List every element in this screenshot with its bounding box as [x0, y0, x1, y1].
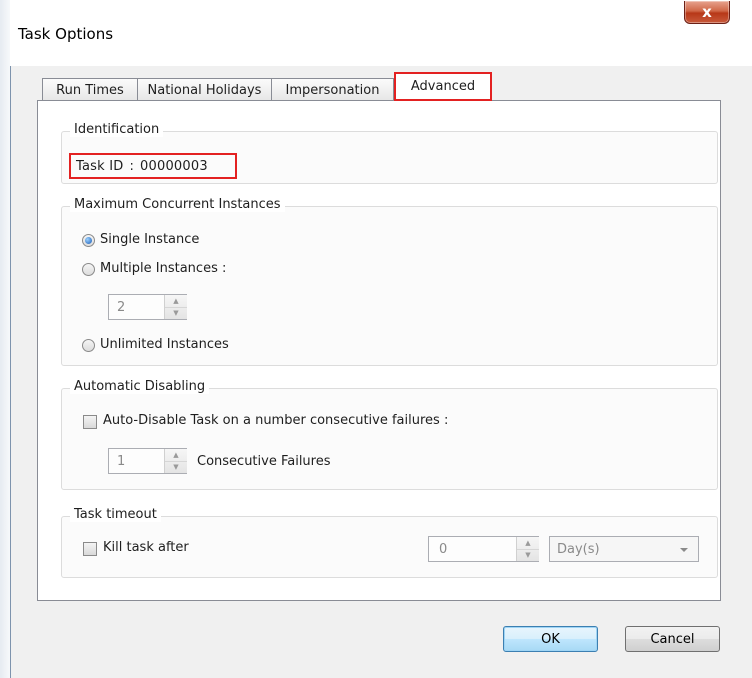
auto-disable-legend: Automatic Disabling	[70, 379, 210, 394]
task-id-separator: :	[129, 158, 135, 174]
up-arrow-icon[interactable]: ▲	[165, 449, 187, 462]
tab-national-holidays[interactable]: National Holidays	[137, 78, 272, 101]
down-arrow-icon[interactable]: ▼	[165, 308, 187, 320]
auto-disable-checkbox[interactable]	[83, 415, 97, 429]
dialog-title: Task Options	[18, 25, 114, 43]
auto-disable-label[interactable]: Auto-Disable Task on a number consecutiv…	[103, 413, 448, 428]
background-desktop	[0, 0, 10, 678]
task-id-display: Task ID : 00000003	[69, 153, 237, 179]
identification-legend: Identification	[70, 122, 164, 137]
auto-disable-group	[61, 388, 718, 490]
task-id-label: Task ID	[76, 158, 124, 174]
kill-task-label[interactable]: Kill task after	[103, 540, 189, 555]
consecutive-failures-label: Consecutive Failures	[197, 454, 331, 469]
unlimited-instances-label[interactable]: Unlimited Instances	[100, 337, 229, 352]
ok-button[interactable]: OK	[503, 626, 598, 652]
timeout-legend: Task timeout	[70, 507, 161, 522]
close-button[interactable]: x	[684, 1, 730, 24]
timeout-unit-select[interactable]: Day(s)	[549, 536, 699, 562]
unlimited-instances-radio[interactable]	[82, 339, 95, 352]
concurrency-legend: Maximum Concurrent Instances	[70, 197, 285, 212]
instances-value: 2	[117, 300, 126, 315]
down-arrow-icon[interactable]: ▼	[165, 462, 187, 474]
instances-stepper[interactable]: 2 ▲ ▼	[108, 294, 187, 320]
timeout-value: 0	[439, 542, 448, 557]
up-arrow-icon[interactable]: ▲	[165, 295, 187, 308]
title-bar	[10, 0, 752, 66]
multiple-instances-label[interactable]: Multiple Instances :	[100, 261, 226, 276]
task-id-value: 00000003	[140, 158, 208, 174]
tab-impersonation[interactable]: Impersonation	[271, 78, 394, 101]
timeout-unit-value: Day(s)	[557, 542, 600, 557]
single-instance-label[interactable]: Single Instance	[100, 232, 199, 247]
timeout-spin-buttons[interactable]: ▲ ▼	[516, 537, 539, 561]
failures-value: 1	[117, 454, 126, 469]
cancel-button[interactable]: Cancel	[625, 626, 720, 652]
kill-task-checkbox[interactable]	[83, 542, 97, 556]
single-instance-radio[interactable]	[82, 234, 95, 247]
up-arrow-icon[interactable]: ▲	[517, 537, 539, 550]
multiple-instances-radio[interactable]	[82, 263, 95, 276]
timeout-value-stepper[interactable]: 0 ▲ ▼	[428, 536, 539, 562]
tab-advanced[interactable]: Advanced	[394, 72, 492, 101]
chevron-down-icon	[680, 548, 688, 552]
failures-stepper[interactable]: 1 ▲ ▼	[108, 448, 187, 474]
tab-run-times[interactable]: Run Times	[42, 78, 138, 101]
failures-spin-buttons[interactable]: ▲ ▼	[164, 449, 187, 473]
down-arrow-icon[interactable]: ▼	[517, 550, 539, 562]
close-icon: x	[702, 3, 712, 21]
instances-spin-buttons[interactable]: ▲ ▼	[164, 295, 187, 319]
